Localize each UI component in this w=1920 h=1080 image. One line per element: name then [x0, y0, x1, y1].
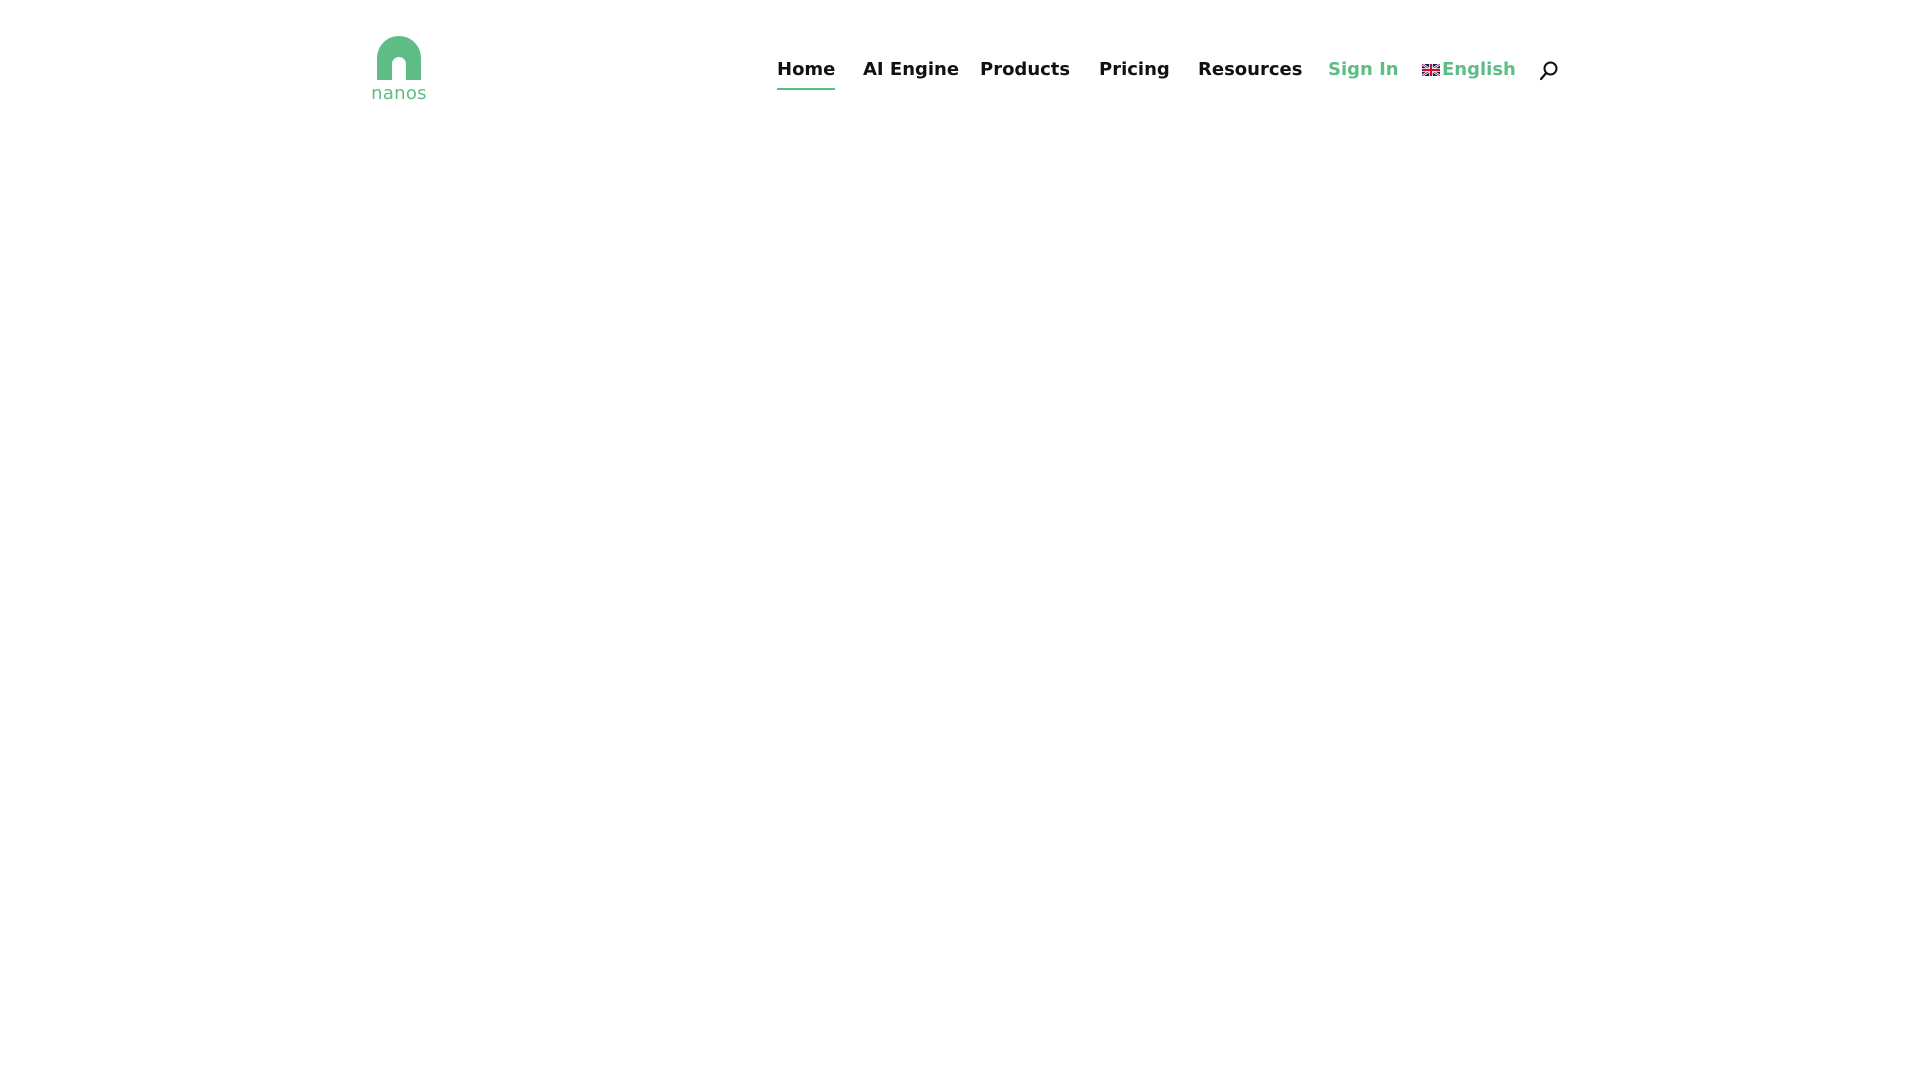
uk-flag-icon [1422, 64, 1440, 76]
site-header: nanos Home AI Engine Products Pricing Re… [0, 0, 1920, 140]
language-label: English [1442, 59, 1516, 80]
search-icon[interactable] [1538, 60, 1560, 82]
nav-pricing[interactable]: Pricing [1099, 56, 1170, 84]
brand-name: nanos [371, 83, 427, 104]
nav-resources[interactable]: Resources [1198, 56, 1302, 84]
nav-home[interactable]: Home [777, 56, 836, 90]
nav-ai-engine[interactable]: AI Engine [863, 56, 959, 84]
nav-sign-in[interactable]: Sign In [1328, 56, 1399, 84]
main-nav: Home AI Engine Products Pricing Resource… [0, 56, 1920, 90]
language-selector[interactable]: English [1422, 56, 1516, 84]
nav-products[interactable]: Products [980, 56, 1070, 84]
